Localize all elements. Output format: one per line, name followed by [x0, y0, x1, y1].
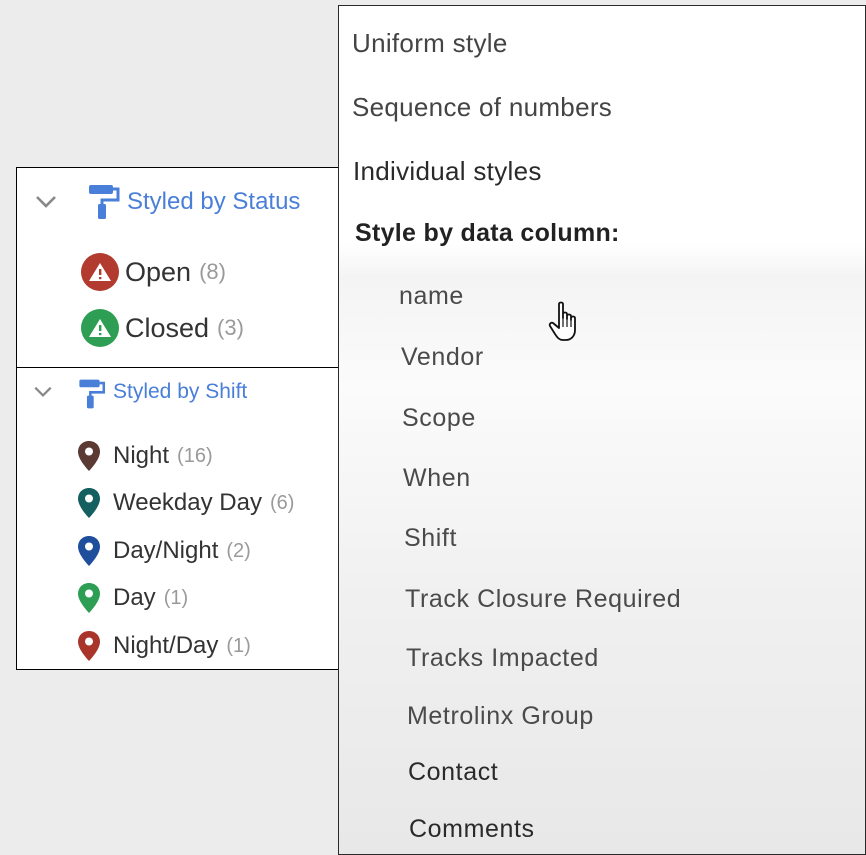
column-option-when[interactable]: When	[403, 464, 471, 493]
column-option-metrolinx-group[interactable]: Metrolinx Group	[407, 702, 594, 731]
map-pin-icon	[78, 488, 100, 518]
legend-count: (16)	[177, 444, 213, 467]
column-option-comments[interactable]: Comments	[409, 815, 535, 844]
hand-cursor-icon	[548, 301, 576, 341]
legend-label: Weekday Day	[113, 489, 262, 516]
menu-item-uniform-style[interactable]: Uniform style	[352, 28, 508, 59]
map-pin-icon	[78, 441, 100, 471]
legend-label: Closed	[125, 312, 210, 343]
legend-label: Night	[113, 442, 170, 469]
status-layer-title[interactable]: Styled by Status	[127, 188, 300, 216]
shift-layer-panel: Styled by Shift Night (16) Weekday Day (…	[16, 367, 340, 670]
menu-item-individual-styles[interactable]: Individual styles	[353, 156, 542, 187]
map-pin-icon	[78, 536, 100, 566]
style-by-data-column-heading: Style by data column:	[355, 219, 620, 247]
legend-label: Open	[125, 256, 192, 287]
column-option-tracks-impacted[interactable]: Tracks Impacted	[406, 644, 599, 673]
map-pin-icon	[78, 631, 100, 661]
legend-count: (3)	[217, 315, 244, 340]
legend-label: Night/Day	[113, 632, 219, 659]
legend-item-closed[interactable]: Closed (3)	[81, 308, 244, 348]
column-option-track-closure-required[interactable]: Track Closure Required	[405, 585, 681, 614]
status-layer-panel: Styled by Status Open (8) Closed (3)	[16, 167, 340, 368]
warning-icon	[81, 253, 119, 291]
chevron-down-icon[interactable]	[35, 195, 57, 209]
column-option-contact[interactable]: Contact	[408, 758, 498, 787]
legend-count: (1)	[163, 586, 189, 609]
legend-count: (6)	[269, 491, 295, 514]
column-option-shift[interactable]: Shift	[404, 524, 457, 553]
menu-item-sequence-of-numbers[interactable]: Sequence of numbers	[352, 92, 612, 123]
legend-item-weekday-day[interactable]: Weekday Day (6)	[77, 486, 294, 520]
legend-item-night[interactable]: Night (16)	[77, 439, 213, 473]
legend-count: (1)	[226, 634, 251, 657]
legend-label: Day	[113, 584, 156, 611]
column-option-vendor[interactable]: Vendor	[401, 343, 484, 372]
column-option-scope[interactable]: Scope	[402, 404, 476, 433]
chevron-down-icon[interactable]	[33, 386, 53, 398]
legend-label: Day/Night	[113, 537, 219, 564]
paint-roller-icon	[79, 379, 106, 409]
legend-count: (8)	[199, 259, 226, 284]
paint-roller-icon	[89, 185, 120, 219]
legend-item-day[interactable]: Day (1)	[77, 581, 188, 615]
map-pin-icon	[78, 583, 100, 613]
legend-item-day-night[interactable]: Day/Night (2)	[77, 534, 251, 568]
legend-count: (2)	[226, 539, 251, 562]
shift-layer-title[interactable]: Styled by Shift	[113, 380, 247, 404]
column-option-name[interactable]: name	[399, 282, 464, 311]
legend-item-night-day[interactable]: Night/Day (1)	[77, 629, 251, 663]
warning-icon	[81, 309, 119, 347]
style-options-menu: Uniform style Sequence of numbers Indivi…	[338, 5, 866, 855]
legend-item-open[interactable]: Open (8)	[81, 252, 226, 292]
